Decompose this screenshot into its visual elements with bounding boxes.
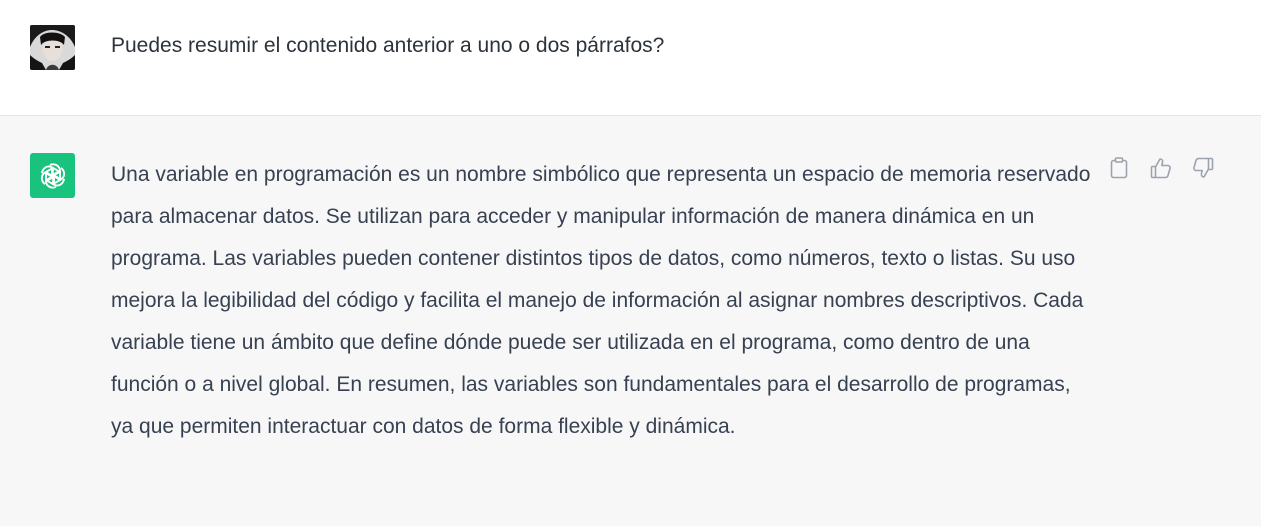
copy-button[interactable] [1108, 156, 1130, 180]
openai-logo-icon [30, 153, 75, 198]
message-actions [1108, 156, 1214, 180]
user-message-text: Puedes resumir el contenido anterior a u… [111, 34, 665, 57]
clipboard-icon [1110, 157, 1128, 179]
user-avatar [30, 25, 75, 70]
user-message-row: Puedes resumir el contenido anterior a u… [0, 0, 1261, 116]
assistant-message-row: Una variable en programación es un nombr… [0, 116, 1261, 526]
thumbs-up-button[interactable] [1150, 156, 1172, 180]
thumbs-down-button[interactable] [1192, 156, 1214, 180]
assistant-message-text: Una variable en programación es un nombr… [111, 163, 1091, 438]
thumbs-up-icon [1150, 158, 1171, 179]
thumbs-down-icon [1193, 157, 1214, 178]
